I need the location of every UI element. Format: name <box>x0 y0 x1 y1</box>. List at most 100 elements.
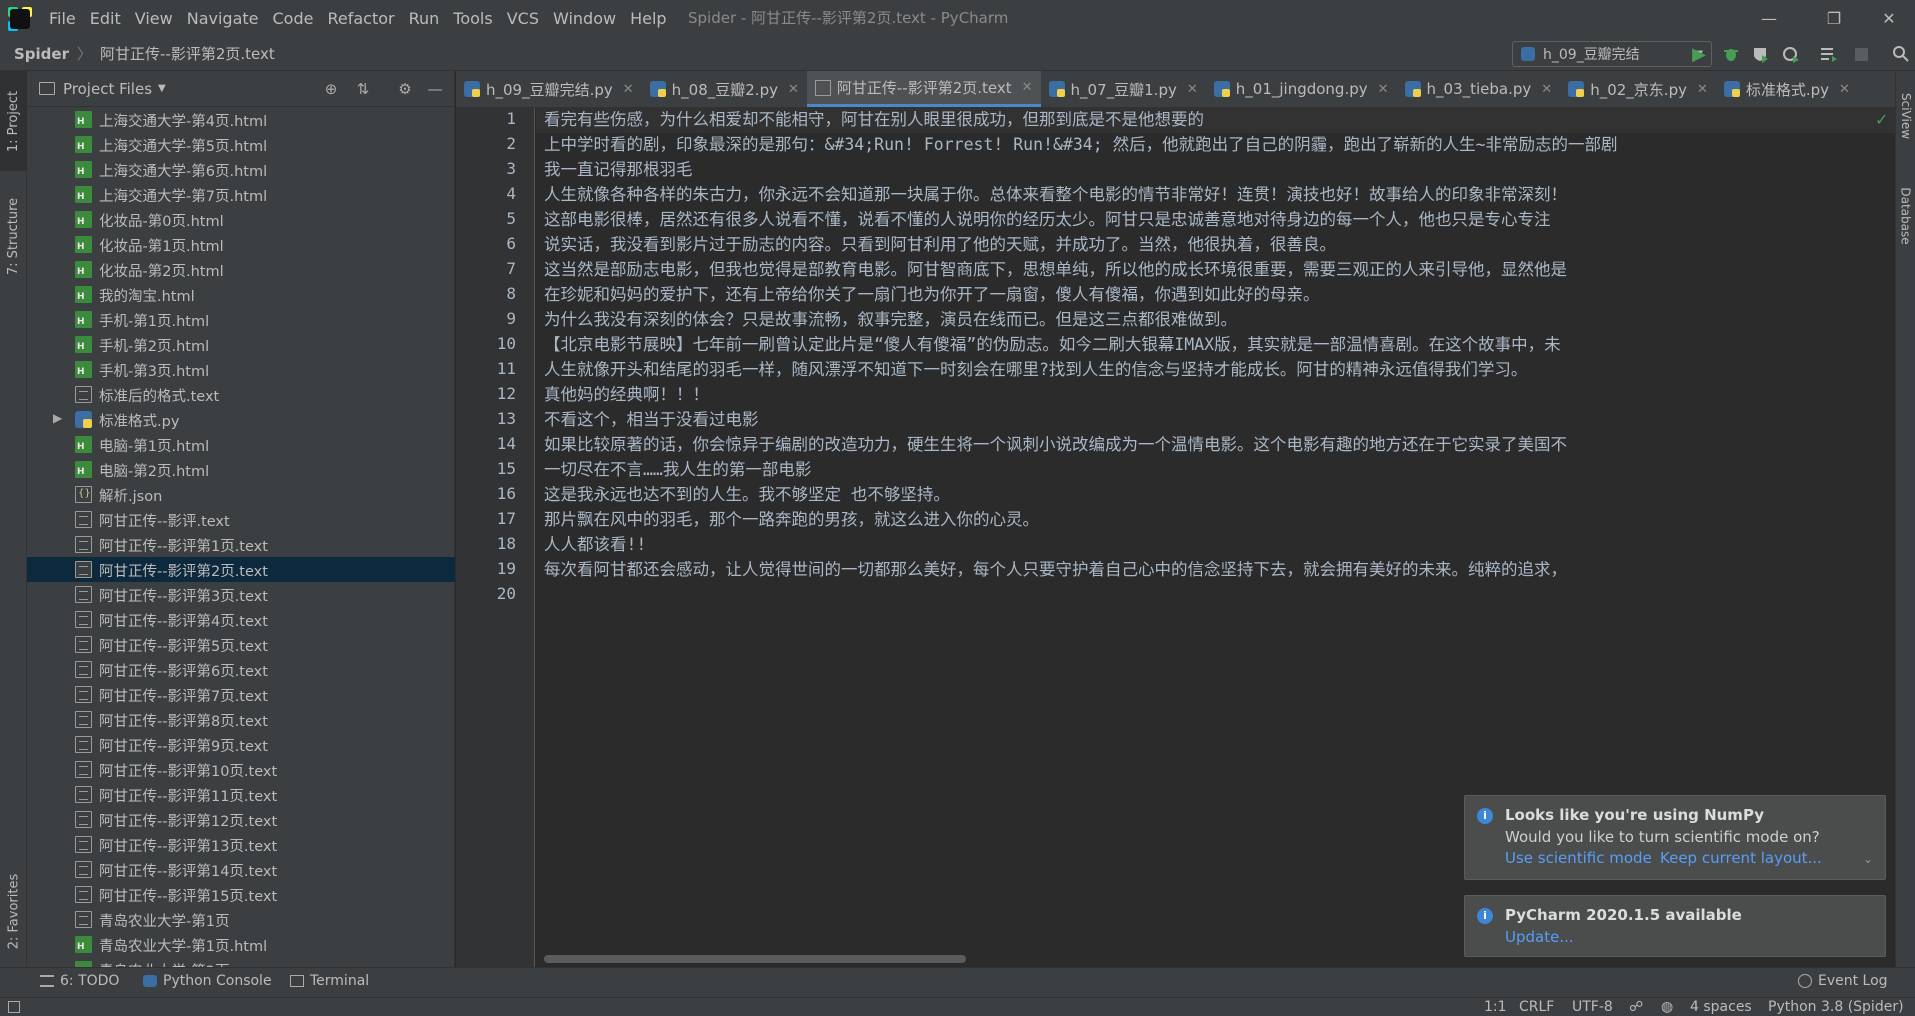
close-tab-icon[interactable]: ✕ <box>1022 80 1033 95</box>
code-line[interactable]: 这部电影很棒，居然还有很多人说看不懂，说看不懂的人说明你的经历太少。阿甘只是忠诚… <box>544 207 1894 232</box>
project-view-select[interactable]: Project Files <box>63 80 152 98</box>
toggle-tool-windows-icon[interactable] <box>8 1001 20 1013</box>
code-line[interactable]: 【北京电影节展映】七年前一刷曾认定此片是“傻人有傻福”的伪励志。如今二刷大银幕I… <box>544 332 1894 357</box>
code-line[interactable]: 上中学时看的剧，印象最深的是那句：&#34;Run! Forrest! Run!… <box>544 132 1894 157</box>
locate-file-icon[interactable]: ⊕ <box>321 79 341 99</box>
menu-run[interactable]: Run <box>402 0 447 37</box>
concurrency-icon[interactable] <box>1818 43 1840 65</box>
tree-item[interactable]: 阿甘正传--影评第14页.text <box>27 857 455 882</box>
code-line[interactable]: 说实话，我没看到影片过于励志的内容。只看到阿甘利用了他的天赋，并成功了。当然，他… <box>544 232 1894 257</box>
tree-item[interactable]: 上海交通大学-第4页.html <box>27 107 455 132</box>
tree-item[interactable]: 阿甘正传--影评第13页.text <box>27 832 455 857</box>
tree-item[interactable]: 标准后的格式.text <box>27 382 455 407</box>
code-line[interactable]: 看完有些伤感，为什么相爱却不能相守，阿甘在别人眼里很成功，但那到底是不是他想要的 <box>544 107 1894 132</box>
lock-icon[interactable]: ☍ <box>1629 999 1643 1015</box>
tool-tab-sciview[interactable]: SciView <box>1896 71 1915 161</box>
tree-item[interactable]: 阿甘正传--影评第15页.text <box>27 882 455 907</box>
collapse-all-icon[interactable]: ⇅ <box>353 79 373 99</box>
editor-horizontal-scrollbar[interactable] <box>544 955 966 963</box>
editor-tab[interactable]: h_08_豆瓣2.py ✕ <box>642 71 807 107</box>
run-icon[interactable]: ▶ <box>1688 43 1710 65</box>
editor-tab[interactable]: h_02_京东.py ✕ <box>1560 71 1716 107</box>
tree-item[interactable]: 我的淘宝.html <box>27 282 455 307</box>
editor-tab[interactable]: h_07_豆瓣1.py ✕ <box>1041 71 1206 107</box>
code-line[interactable]: 为什么我没有深刻的体会？只是故事流畅，叙事完整，演员在线而已。但是这三点都很难做… <box>544 307 1894 332</box>
tree-item[interactable]: 阿甘正传--影评第2页.text <box>27 557 455 582</box>
code-line[interactable]: 人生就像各种各样的朱古力，你永远不会知道那一块属于你。总体来看整个电影的情节非常… <box>544 182 1894 207</box>
tree-item[interactable]: 手机-第2页.html <box>27 332 455 357</box>
code-line[interactable]: 一切尽在不言……我人生的第一部电影 <box>544 457 1894 482</box>
chevron-down-icon[interactable]: ▼ <box>158 83 166 94</box>
update-link[interactable]: Update... <box>1505 928 1574 946</box>
editor-tab[interactable]: h_03_tieba.py ✕ <box>1397 71 1561 107</box>
menu-view[interactable]: View <box>128 0 180 37</box>
tool-tab-database[interactable]: Database <box>1896 166 1915 266</box>
tree-item[interactable]: 上海交通大学-第5页.html <box>27 132 455 157</box>
tree-item[interactable]: ▶ 标准格式.py <box>27 407 455 432</box>
editor-tab[interactable]: 阿甘正传--影评第2页.text ✕ <box>806 71 1041 107</box>
code-line[interactable]: 真他妈的经典啊！！！ <box>544 382 1894 407</box>
code-line[interactable]: 在珍妮和妈妈的爱护下，还有上帝给你关了一扇门也为你开了一扇窗，傻人有傻福，你遇到… <box>544 282 1894 307</box>
code-line[interactable]: 那片飘在风中的羽毛，那个一路奔跑的男孩，就这么进入你的心灵。 <box>544 507 1894 532</box>
restore-icon[interactable]: ❐ <box>1809 0 1859 37</box>
expand-arrow-icon[interactable]: ▶ <box>53 411 62 425</box>
search-everywhere-icon[interactable] <box>1890 43 1912 65</box>
tree-item[interactable]: 青岛农业大学-第1页.html <box>27 932 455 957</box>
tree-item[interactable]: 阿甘正传--影评第1页.text <box>27 532 455 557</box>
tree-item[interactable]: 上海交通大学-第7页.html <box>27 182 455 207</box>
menu-help[interactable]: Help <box>623 0 673 37</box>
close-tab-icon[interactable]: ✕ <box>1697 82 1708 97</box>
tree-item[interactable]: 化妆品-第0页.html <box>27 207 455 232</box>
tree-item[interactable]: 电脑-第1页.html <box>27 432 455 457</box>
code-line[interactable]: 人人都该看!! <box>544 532 1894 557</box>
tree-item[interactable]: 阿甘正传--影评第9页.text <box>27 732 455 757</box>
terminal-tab[interactable]: Terminal <box>290 973 369 989</box>
tree-item[interactable]: 阿甘正传--影评第5页.text <box>27 632 455 657</box>
minimize-icon[interactable]: — <box>1744 0 1794 37</box>
menu-refactor[interactable]: Refactor <box>320 0 401 37</box>
close-icon[interactable]: ✕ <box>1864 0 1914 37</box>
menu-navigate[interactable]: Navigate <box>180 0 266 37</box>
code-line[interactable]: 不看这个，相当于没看过电影 <box>544 407 1894 432</box>
tree-item[interactable]: 化妆品-第2页.html <box>27 257 455 282</box>
menu-code[interactable]: Code <box>266 0 321 37</box>
code-line[interactable]: 如果比较原著的话，你会惊异于编剧的改造功力，硬生生将一个讽刺小说改编成为一个温情… <box>544 432 1894 457</box>
tool-tab-structure[interactable]: 7: Structure <box>0 171 27 301</box>
menu-window[interactable]: Window <box>546 0 623 37</box>
editor-tab[interactable]: h_09_豆瓣完结.py ✕ <box>456 71 642 107</box>
python-console-tab[interactable]: Python Console <box>143 973 272 989</box>
menu-edit[interactable]: Edit <box>83 0 128 37</box>
tree-item[interactable]: 阿甘正传--影评第10页.text <box>27 757 455 782</box>
editor-tab[interactable]: h_01_jingdong.py ✕ <box>1206 71 1397 107</box>
close-tab-icon[interactable]: ✕ <box>1541 82 1552 97</box>
tree-item[interactable]: 阿甘正传--影评第7页.text <box>27 682 455 707</box>
tree-item[interactable]: 青岛农业大学-第1页 <box>27 907 455 932</box>
todo-tab[interactable]: 6: TODO <box>40 973 119 989</box>
tree-item[interactable]: 阿甘正传--影评第3页.text <box>27 582 455 607</box>
python-interpreter[interactable]: Python 3.8 (Spider) <box>1768 999 1904 1015</box>
tree-item[interactable]: 阿甘正传--影评第12页.text <box>27 807 455 832</box>
inspection-ok-icon[interactable]: ✓ <box>1875 110 1888 129</box>
tree-item[interactable]: 化妆品-第1页.html <box>27 232 455 257</box>
stop-icon[interactable] <box>1850 43 1872 65</box>
close-tab-icon[interactable]: ✕ <box>788 82 799 97</box>
code-line[interactable]: 人生就像开头和结尾的羽毛一样，随风漂浮不知道下一时刻会在哪里?找到人生的信念与坚… <box>544 357 1894 382</box>
tree-item[interactable]: 电脑-第2页.html <box>27 457 455 482</box>
tree-item[interactable]: 阿甘正传--影评第8页.text <box>27 707 455 732</box>
menu-vcs[interactable]: VCS <box>500 0 546 37</box>
tree-item[interactable]: 阿甘正传--影评.text <box>27 507 455 532</box>
profile-icon[interactable] <box>1780 43 1802 65</box>
close-tab-icon[interactable]: ✕ <box>623 82 634 97</box>
close-tab-icon[interactable]: ✕ <box>1839 82 1850 97</box>
caret-position[interactable]: 1:1 <box>1484 999 1507 1015</box>
gear-icon[interactable]: ⚙ <box>395 79 415 99</box>
tree-item[interactable]: 阿甘正传--影评第4页.text <box>27 607 455 632</box>
keep-current-layout-link[interactable]: Keep current layout... <box>1660 849 1822 867</box>
line-separator[interactable]: CRLF <box>1519 999 1554 1015</box>
hide-panel-icon[interactable]: — <box>425 79 445 99</box>
tree-item[interactable]: 手机-第3页.html <box>27 357 455 382</box>
tool-tab-favorites[interactable]: 2: Favorites <box>0 846 27 976</box>
breadcrumb-file[interactable]: 阿甘正传--影评第2页.text <box>100 43 275 64</box>
chevron-down-icon[interactable]: ⌄ <box>1863 852 1873 866</box>
code-line[interactable]: 每次看阿甘都还会感动，让人觉得世间的一切都那么美好，每个人只要守护着自己心中的信… <box>544 557 1894 582</box>
